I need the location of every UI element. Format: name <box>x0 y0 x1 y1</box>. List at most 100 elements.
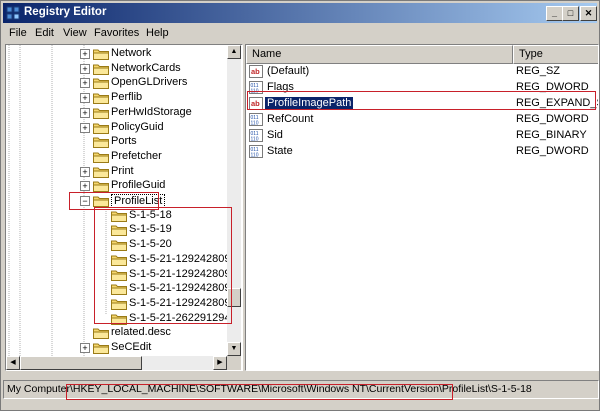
registry-editor-icon <box>6 6 20 20</box>
value-row[interactable]: 011 110 RefCount REG_DWORD <box>249 112 594 128</box>
minimize-button[interactable]: _ <box>546 6 563 21</box>
expand-plus-icon[interactable]: + <box>80 93 90 104</box>
tree-vertical-scrollbar[interactable]: ▲ ▼ <box>227 45 241 356</box>
values-list-pane[interactable]: Name Type ab (Default) REG_SZ 011 110 Flags RE… <box>245 44 599 371</box>
binary-value-icon: 011110 <box>249 145 263 158</box>
menu-help[interactable]: Help <box>146 27 169 39</box>
folder-icon <box>111 240 127 252</box>
tree-horizontal-scrollbar[interactable]: ◀ ▶ <box>6 356 227 370</box>
value-name: Flags <box>267 81 294 93</box>
expand-plus-icon[interactable]: + <box>80 166 90 177</box>
tree-item-label: SeCEdit <box>111 341 152 353</box>
folder-icon <box>111 255 127 266</box>
menu-favorites[interactable]: Favorites <box>94 27 139 39</box>
tree-item-label: S-1-5-18 <box>129 208 172 221</box>
scroll-left-arrow-icon[interactable]: ◀ <box>6 356 20 370</box>
column-header-name-label: Name <box>252 48 282 60</box>
folder-icon <box>93 108 109 119</box>
tree-item[interactable]: + Network <box>6 46 227 61</box>
value-type: REG_DWORD <box>516 145 589 157</box>
tree-item[interactable]: S-1-5-21-1292428093 <box>6 296 237 311</box>
tree-item-label: Perflib <box>111 91 143 104</box>
scroll-down-arrow-icon[interactable]: ▼ <box>227 342 241 356</box>
folder-icon <box>93 78 109 90</box>
folder-icon <box>93 167 109 178</box>
tree-item[interactable]: + SeCEdit <box>6 340 227 355</box>
tree-item[interactable]: + PolicyGuid <box>6 120 227 135</box>
tree-item[interactable]: + PerHwIdStorage <box>6 105 227 120</box>
tree-item[interactable]: S-1-5-19 <box>6 222 227 237</box>
value-row[interactable]: 011 110 Flags REG_DWORD <box>249 80 594 96</box>
tree-item[interactable]: + OpenGLDrivers <box>6 75 227 90</box>
tree-item[interactable]: S-1-5-21-2622912941 <box>6 311 237 326</box>
value-row[interactable]: 011 110 State REG_DWORD <box>249 144 594 160</box>
registry-editor-window: Registry Editor _ □ ✕ File Edit View Fav… <box>0 0 600 411</box>
tree-item-label: S-1-5-21-1292428093 <box>129 267 237 280</box>
value-type: REG_EXPAND_SZ <box>516 97 598 109</box>
tree-item[interactable]: S-1-5-20 <box>6 237 227 252</box>
tree-item[interactable]: + Perflib <box>6 90 227 105</box>
value-name: RefCount <box>267 113 314 125</box>
tree-item[interactable]: + Print <box>6 164 227 179</box>
tree-item-label: Ports <box>111 135 137 148</box>
svg-text:110: 110 <box>251 89 259 95</box>
value-type: REG_DWORD <box>516 81 589 93</box>
title-bar[interactable]: Registry Editor _ □ ✕ <box>3 3 597 23</box>
value-type: REG_BINARY <box>516 129 587 141</box>
expand-plus-icon[interactable]: + <box>80 63 90 74</box>
binary-value-icon: 011110 <box>249 81 263 94</box>
value-row[interactable]: 011 110 Sid REG_BINARY <box>249 128 594 144</box>
scroll-up-arrow-icon[interactable]: ▲ <box>227 45 241 59</box>
folder-icon <box>93 343 109 354</box>
tree-item[interactable]: + NetworkCards <box>6 61 227 76</box>
tree-item[interactable]: Prefetcher <box>6 149 227 164</box>
ab-string-icon: ab <box>249 97 263 110</box>
folder-icon <box>93 181 109 193</box>
expand-plus-icon[interactable]: + <box>80 78 90 89</box>
tree-item[interactable]: S-1-5-21-1292428093 <box>6 281 237 296</box>
menu-bar: File Edit View Favorites Help <box>3 25 597 43</box>
folder-icon <box>111 314 127 325</box>
expand-plus-icon[interactable]: + <box>80 49 90 59</box>
tree-item[interactable]: + ProfileGuid <box>6 178 227 193</box>
maximize-button[interactable]: □ <box>562 6 579 21</box>
menu-file[interactable]: File <box>9 27 27 39</box>
tree-hscroll-thumb[interactable] <box>20 356 142 370</box>
tree-item-label: related.desc <box>111 326 171 339</box>
menu-edit[interactable]: Edit <box>35 27 54 39</box>
folder-icon <box>93 93 109 105</box>
tree-item[interactable]: S-1-5-18 <box>6 208 227 223</box>
expand-plus-icon[interactable]: + <box>80 343 90 353</box>
expand-plus-icon[interactable]: + <box>80 181 90 192</box>
ab-string-icon: ab <box>249 65 263 78</box>
status-path: My Computer\HKEY_LOCAL_MACHINE\SOFTWARE\… <box>7 383 532 395</box>
tree-item[interactable]: − ProfileList <box>6 193 227 208</box>
value-name: Sid <box>267 129 283 141</box>
binary-value-icon: 011110 <box>249 129 263 142</box>
key-tree-pane[interactable]: + Network + NetworkCards + OpenGLDrivers + Perf… <box>5 44 243 371</box>
folder-icon <box>93 64 109 75</box>
collapse-minus-icon[interactable]: − <box>80 196 90 206</box>
scroll-right-arrow-icon[interactable]: ▶ <box>213 356 227 370</box>
tree-item-label: PolicyGuid <box>111 120 164 133</box>
tree-item[interactable]: Ports <box>6 134 227 149</box>
expand-plus-icon[interactable]: + <box>80 107 90 118</box>
value-row[interactable]: ab ProfileImagePath REG_EXPAND_SZ <box>249 96 598 112</box>
tree-item-label: S-1-5-21-2622912941 <box>129 311 237 324</box>
value-row[interactable]: ab (Default) REG_SZ <box>249 64 594 80</box>
column-header-name[interactable]: Name <box>246 45 513 64</box>
tree-item[interactable]: related.desc <box>6 325 227 340</box>
tree-item[interactable]: S-1-5-21-1292428093 <box>6 267 237 282</box>
expand-plus-icon[interactable]: + <box>80 122 90 133</box>
folder-icon <box>111 225 127 237</box>
close-button[interactable]: ✕ <box>580 6 597 21</box>
folder-icon <box>93 49 109 60</box>
tree-item-label: S-1-5-19 <box>129 223 172 236</box>
tree-item-label: ProfileGuid <box>111 179 166 192</box>
svg-text:ab: ab <box>251 67 260 76</box>
tree-scroll-thumb[interactable] <box>227 288 241 307</box>
tree-item-label: ProfileList <box>111 194 166 208</box>
column-header-type[interactable]: Type <box>513 45 598 64</box>
menu-view[interactable]: View <box>63 27 87 39</box>
tree-item[interactable]: S-1-5-21-1292428093 <box>6 252 237 267</box>
